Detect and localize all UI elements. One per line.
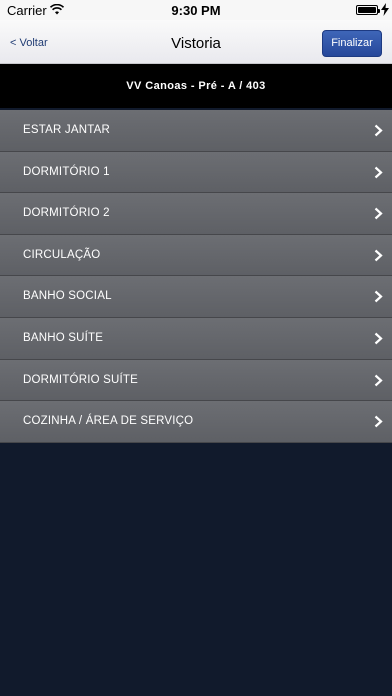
chevron-right-icon (374, 332, 383, 345)
room-label: BANHO SUÍTE (23, 331, 104, 344)
room-label: DORMITÓRIO SUÍTE (23, 373, 139, 386)
room-label: CIRCULAÇÃO (23, 248, 101, 261)
room-label: COZINHA / ÁREA DE SERVIÇO (23, 415, 194, 428)
chevron-right-icon (374, 124, 383, 137)
room-label: DORMITÓRIO 2 (23, 207, 110, 220)
room-item[interactable]: DORMITÓRIO 1 (0, 151, 392, 194)
chevron-right-icon (374, 166, 383, 178)
room-label: DORMITÓRIO 1 (23, 165, 110, 178)
chevron-right-icon (374, 291, 383, 303)
navigation-bar: < Voltar Vistoria Finalizar (0, 20, 392, 64)
chevron-right-icon (374, 415, 383, 428)
room-item[interactable]: BANHO SUÍTE (0, 317, 392, 360)
chevron-right-icon (374, 374, 383, 386)
finish-button[interactable]: Finalizar (322, 30, 382, 57)
room-item[interactable]: DORMITÓRIO 2 (0, 193, 392, 235)
project-header: VV Canoas - Pré - A / 403 (0, 64, 392, 108)
room-label: BANHO SOCIAL (23, 290, 112, 303)
clock: 9:30 PM (171, 3, 221, 18)
room-item[interactable]: COZINHA / ÁREA DE SERVIÇO (0, 401, 392, 443)
room-item[interactable]: BANHO SOCIAL (0, 276, 392, 318)
status-bar: Carrier 9:30 PM (0, 0, 392, 20)
room-item[interactable]: DORMITÓRIO SUÍTE (0, 359, 392, 402)
chevron-right-icon (374, 249, 383, 262)
room-label: ESTAR JANTAR (23, 124, 110, 136)
room-item[interactable]: ESTAR JANTAR (0, 110, 392, 152)
room-list: ESTAR JANTAR DORMITÓRIO 1 DORMITÓRIO 2 C… (0, 110, 392, 443)
room-item[interactable]: CIRCULAÇÃO (0, 234, 392, 277)
charging-bolt-icon (381, 3, 389, 16)
chevron-right-icon (374, 207, 383, 220)
battery-icon (356, 5, 380, 15)
